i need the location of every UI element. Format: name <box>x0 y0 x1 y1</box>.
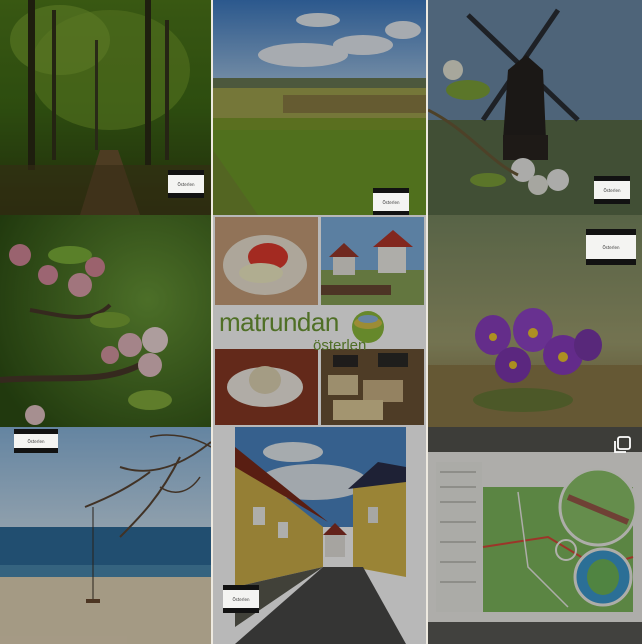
meadow-photo <box>213 0 426 215</box>
beach-photo <box>0 427 211 644</box>
matrundan-title: matrundan <box>219 307 339 337</box>
brand-badge: Österlen <box>223 585 259 613</box>
brand-badge: Österlen <box>586 229 636 265</box>
post-tile-blossom[interactable] <box>0 215 211 427</box>
map-photo <box>428 427 642 644</box>
post-tile-meadow[interactable]: Österlen <box>213 0 426 215</box>
multiple-images-icon <box>614 436 631 453</box>
brand-badge: Österlen <box>373 188 409 215</box>
post-tile-beach[interactable]: Österlen <box>0 427 211 644</box>
brand-badge: Österlen <box>14 429 58 453</box>
post-tile-flowers[interactable]: Österlen <box>428 215 642 427</box>
post-tile-windmill[interactable]: Österlen <box>428 0 642 215</box>
post-tile-map[interactable] <box>428 427 642 644</box>
photo-grid: Österlen Österlen Österlen matrundan öst… <box>0 0 642 644</box>
blossom-photo <box>0 215 211 427</box>
post-tile-street[interactable]: Österlen <box>213 427 426 644</box>
post-tile-matrundan[interactable]: matrundan österlen <box>213 215 426 427</box>
post-tile-forest[interactable]: Österlen <box>0 0 211 215</box>
brand-badge: Österlen <box>168 170 204 198</box>
brand-badge: Österlen <box>594 176 630 204</box>
osterlen-subtitle: österlen <box>313 337 367 354</box>
